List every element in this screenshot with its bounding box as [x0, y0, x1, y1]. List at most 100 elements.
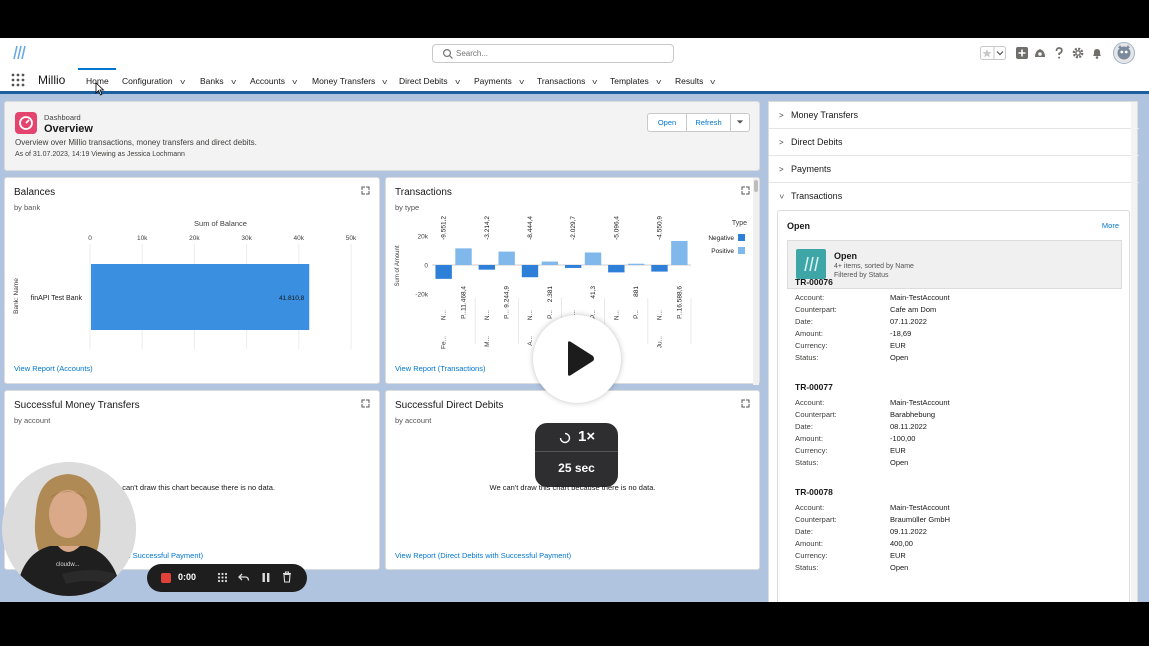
tab-transactions[interactable]: Transactions v [537, 76, 598, 86]
undo-icon[interactable] [238, 572, 250, 583]
record-field-label: Amount: [795, 329, 823, 338]
tab-payments[interactable]: Payments v [474, 76, 524, 86]
record-field-label: Status: [795, 353, 819, 362]
chevron-down-icon[interactable]: v [455, 79, 460, 86]
y-axis-title: Sum of Amount [395, 245, 401, 286]
expand-icon[interactable] [361, 399, 370, 408]
sub-category-label: P... [461, 310, 468, 319]
legend-label: Positive [711, 248, 734, 255]
chevron-down-icon[interactable]: v [383, 79, 388, 86]
expand-icon[interactable] [361, 186, 370, 195]
negative-value-label: -4.550,9 [656, 216, 663, 240]
play-button[interactable] [533, 315, 621, 403]
sub-category-label: P... [676, 310, 683, 319]
shirt-text: cloudw... [56, 562, 80, 568]
notification-bell-icon[interactable] [1090, 46, 1104, 60]
record-field-label: Amount: [795, 434, 823, 443]
expand-icon[interactable] [741, 399, 750, 408]
favorites-icon[interactable] [980, 46, 1006, 60]
group-label: M... [484, 336, 491, 347]
view-report-direct-debits-link[interactable]: View Report (Direct Debits with Successf… [395, 551, 571, 560]
negative-bar [564, 265, 582, 268]
playback-speed-badge[interactable]: 1× 25 sec [535, 423, 618, 487]
tab-accounts[interactable]: Accounts v [250, 76, 297, 86]
user-avatar-icon[interactable] [1113, 42, 1135, 64]
panel-scrollbar[interactable] [1131, 102, 1137, 602]
widget-scrollbar[interactable] [753, 178, 759, 385]
positive-value-label: 41,3 [590, 286, 597, 299]
open-transactions-card: Open More Open 4+ items, sorted by Name … [777, 210, 1130, 602]
chevron-down-icon: > [776, 194, 786, 199]
chevron-down-icon[interactable]: v [292, 79, 297, 86]
more-actions-button[interactable] [730, 113, 750, 132]
chevron-down-icon[interactable]: v [180, 79, 185, 86]
chevron-down-icon[interactable]: v [519, 79, 524, 86]
grid-icon[interactable] [217, 572, 228, 583]
scrollbar-thumb[interactable] [754, 180, 758, 192]
section-direct-debits[interactable]: > Direct Debits [769, 129, 1139, 156]
widget-title: Balances [14, 187, 56, 198]
record-field-value: Open [890, 353, 909, 362]
y-tick-label: 20k [418, 234, 429, 241]
record-field-value: EUR [890, 446, 906, 455]
open-button[interactable]: Open [647, 113, 687, 132]
view-report-transactions-link[interactable]: View Report (Transactions) [395, 364, 485, 373]
add-icon[interactable] [1015, 46, 1029, 60]
dashboard-eyebrow: Dashboard [44, 113, 81, 122]
chevron-down-icon[interactable]: v [231, 79, 236, 86]
section-label: Payments [791, 164, 832, 174]
recording-toolbar: 0:00 [147, 564, 307, 592]
bar [91, 264, 310, 330]
section-transactions[interactable]: > Transactions [769, 183, 1139, 210]
record-field-value: Barabhebung [890, 410, 936, 419]
negative-value-label: -9.551,2 [441, 216, 448, 240]
record-field-value: Open [890, 563, 909, 572]
record-id-link[interactable]: TR-00077 [795, 382, 833, 392]
chevron-down-icon[interactable]: v [711, 79, 716, 86]
global-search[interactable]: Search... [432, 44, 674, 63]
record-field-label: Status: [795, 563, 819, 572]
pause-icon[interactable] [261, 572, 271, 583]
help-icon[interactable] [1052, 46, 1066, 60]
chevron-down-icon[interactable]: v [656, 79, 661, 86]
refresh-button[interactable]: Refresh [686, 113, 731, 132]
trailhead-icon[interactable] [1033, 46, 1047, 60]
record-id-link[interactable]: TR-00076 [795, 277, 833, 287]
sub-category-label: N... [484, 310, 491, 320]
negative-bar [435, 265, 452, 279]
tab-configuration[interactable]: Configuration v [122, 76, 185, 86]
app-launcher-icon[interactable] [11, 73, 25, 87]
play-icon [568, 341, 594, 376]
record-id-link[interactable]: TR-00078 [795, 487, 833, 497]
positive-value-label: 9.244,9 [504, 286, 511, 308]
more-link[interactable]: More [1102, 221, 1119, 230]
expand-icon[interactable] [741, 186, 750, 195]
stop-recording-button[interactable] [161, 573, 171, 583]
widget-subtitle: by account [14, 416, 51, 425]
negative-value-label: -3.214,2 [484, 216, 491, 240]
tab-templates[interactable]: Templates v [610, 76, 661, 86]
record-field-label: Account: [795, 503, 825, 512]
record-field-value: -18,69 [890, 329, 912, 338]
tab-banks[interactable]: Banks v [200, 76, 236, 86]
active-tab-indicator [78, 68, 116, 70]
chevron-down-icon[interactable]: v [593, 79, 598, 86]
view-report-accounts-link[interactable]: View Report (Accounts) [14, 364, 93, 373]
tab-label: Direct Debits [399, 76, 448, 86]
record-field-label: Counterpart: [795, 515, 837, 524]
widget-subtitle: by account [395, 416, 432, 425]
record-field-label: Date: [795, 527, 813, 536]
section-money-transfers[interactable]: > Money Transfers [769, 102, 1139, 129]
y-tick-label: 0 [424, 263, 428, 270]
section-payments[interactable]: > Payments [769, 156, 1139, 183]
tab-money-transfers[interactable]: Money Transfers v [312, 76, 388, 86]
tab-direct-debits[interactable]: Direct Debits v [399, 76, 460, 86]
section-label: Transactions [791, 191, 843, 201]
record-field-value: Cafe am Dom [890, 305, 937, 314]
trash-icon[interactable] [282, 571, 292, 583]
webcam-bubble[interactable]: cloudw... [2, 462, 136, 596]
record-field-value: 07.11.2022 [890, 317, 927, 326]
gear-icon[interactable] [1071, 46, 1085, 60]
tab-results[interactable]: Results v [675, 76, 716, 86]
positive-bar [455, 248, 472, 265]
